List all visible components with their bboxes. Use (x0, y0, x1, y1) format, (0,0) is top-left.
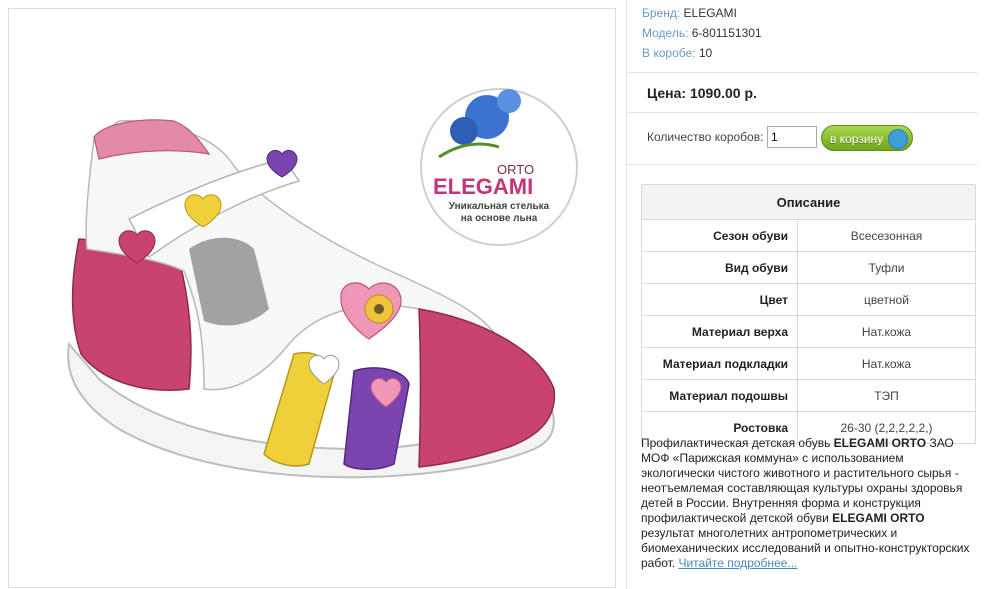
box-label: В коробе: (642, 46, 696, 60)
product-info: Бренд: ELEGAMI Модель: 6-801151301 В кор… (626, 0, 977, 589)
table-row: Сезон обуви Всесезонная (641, 219, 976, 252)
row-key: Материал подошвы (641, 379, 798, 412)
desc-brand-1: ELEGAMI ORTO (833, 436, 927, 450)
row-key: Материал подкладки (641, 347, 798, 380)
read-more-link[interactable]: Читайте подробнее... (678, 556, 797, 570)
table-row: Материал подкладки Нат.кожа (641, 347, 976, 380)
model-value: 6-801151301 (691, 26, 762, 40)
qty-label: Количество коробов: (647, 130, 764, 144)
table-row: Материал подошвы ТЭП (641, 379, 976, 412)
brand-label: Бренд: (642, 6, 681, 20)
shoe-illustration: ORTO ELEGAMI Уникальная стелька на основ… (67, 88, 578, 479)
badge-line1: Уникальная стелька (449, 201, 550, 212)
model-line: Модель: 6-801151301 (642, 26, 762, 40)
row-value: Туфли (797, 251, 976, 284)
description-header: Описание (641, 184, 976, 220)
table-row: Цвет цветной (641, 283, 976, 316)
model-label: Модель: (642, 26, 689, 40)
flower-icon-2 (450, 117, 478, 145)
row-value: Нат.кожа (797, 315, 976, 348)
divider (627, 72, 977, 73)
description-table: Описание Сезон обуви Всесезонная Вид обув… (641, 184, 976, 444)
brand-line: Бренд: ELEGAMI (642, 6, 737, 20)
row-key: Сезон обуви (641, 219, 798, 252)
flower-center (374, 304, 384, 314)
divider (627, 112, 977, 113)
price: Цена: 1090.00 р. (647, 85, 757, 101)
row-value: ТЭП (797, 379, 976, 412)
divider (627, 164, 977, 165)
cart-icon (888, 129, 908, 149)
desc-brand-2: ELEGAMI ORTO (832, 511, 925, 525)
badge-brand: ELEGAMI (433, 174, 533, 199)
flower-icon-3 (497, 89, 521, 113)
product-image[interactable]: ORTO ELEGAMI Уникальная стелька на основ… (8, 8, 616, 588)
row-key: Цвет (641, 283, 798, 316)
description-text: Профилактическая детская обувь ELEGAMI O… (641, 436, 977, 571)
row-key: Вид обуви (641, 251, 798, 284)
box-value: 10 (698, 46, 713, 60)
row-key: Материал верха (641, 315, 798, 348)
row-value: цветной (797, 283, 976, 316)
badge-line2: на основе льна (461, 213, 538, 224)
box-line: В коробе: 10 (642, 46, 712, 60)
desc-text-1: Профилактическая детская обувь (641, 436, 834, 450)
row-value: Всесезонная (797, 219, 976, 252)
brand-value: ELEGAMI (683, 6, 737, 20)
table-row: Материал верха Нат.кожа (641, 315, 976, 348)
cart-button-label: в корзину (830, 132, 884, 146)
add-to-cart-button[interactable]: в корзину (821, 125, 913, 151)
table-row: Вид обуви Туфли (641, 251, 976, 284)
qty-input[interactable] (767, 126, 817, 148)
row-value: Нат.кожа (797, 347, 976, 380)
